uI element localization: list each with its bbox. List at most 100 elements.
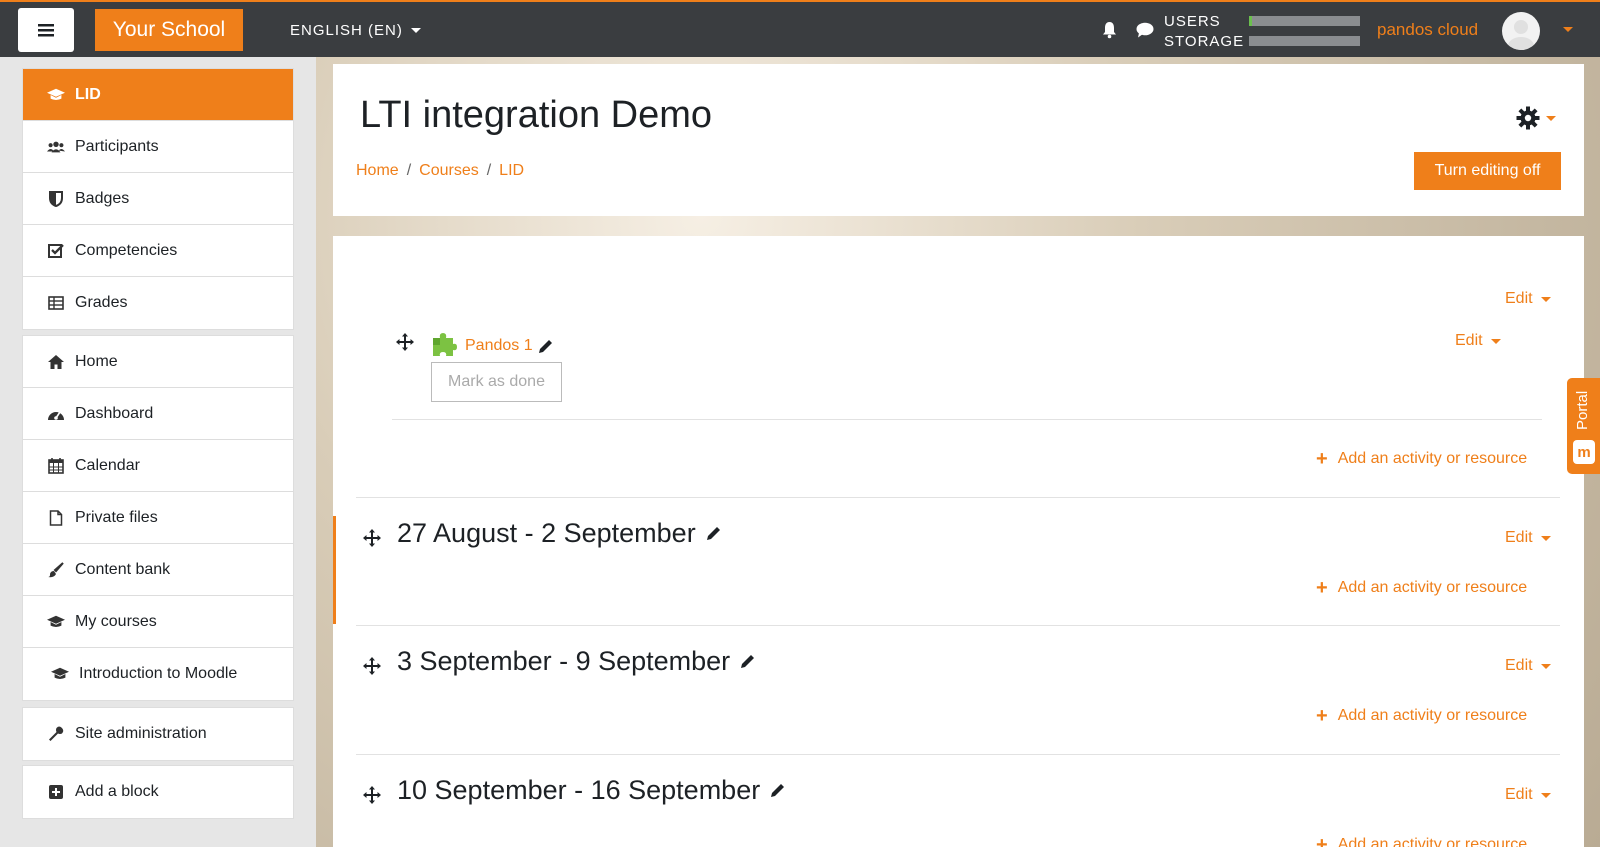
nav-item-my-courses[interactable]: My courses <box>23 596 293 648</box>
add-activity-link[interactable]: + Add an activity or resource <box>1316 705 1527 727</box>
move-icon[interactable] <box>363 657 381 675</box>
current-section-marker <box>333 516 336 624</box>
chevron-down-icon <box>1540 296 1551 302</box>
section-title: 3 September - 9 September <box>397 646 755 677</box>
nav-item-label: Private files <box>75 508 158 526</box>
breadcrumb-courses-link[interactable]: Courses <box>419 162 479 180</box>
section-edit-menu[interactable]: Edit <box>1505 529 1551 547</box>
nav-item-introduction-to-moodle[interactable]: Introduction to Moodle <box>23 648 293 700</box>
section-title: 27 August - 2 September <box>397 518 721 549</box>
add-activity-label: Add an activity or resource <box>1337 450 1528 467</box>
add-block-nav-group: Add a block <box>22 765 294 819</box>
section-edit-menu[interactable]: Edit <box>1505 786 1551 804</box>
mark-as-done-button[interactable]: Mark as done <box>431 362 562 402</box>
nav-item-site-administration[interactable]: Site administration <box>23 708 293 760</box>
brush-icon <box>47 561 65 578</box>
language-label: ENGLISH (EN) <box>290 22 403 39</box>
moodle-logo-icon: m <box>1573 440 1595 464</box>
drawer-toggle-button[interactable] <box>18 8 74 52</box>
activity-link-pandos-1[interactable]: Pandos 1 <box>465 337 533 355</box>
nav-item-label: Competencies <box>75 241 178 259</box>
chevron-down-icon <box>1540 535 1551 541</box>
top-navbar: Your School ENGLISH (EN) USERS STORAGE p… <box>0 0 1600 57</box>
section-title-text: 27 August - 2 September <box>397 518 696 548</box>
check-square-icon <box>47 243 65 259</box>
nav-item-label: Home <box>75 352 118 370</box>
breadcrumb-separator: / <box>486 162 492 179</box>
chat-icon[interactable] <box>1136 22 1154 38</box>
pencil-icon[interactable] <box>770 783 785 798</box>
nav-item-label: Calendar <box>75 456 140 474</box>
breadcrumb-home-link[interactable]: Home <box>356 162 399 180</box>
graduation-cap-icon <box>47 614 65 630</box>
move-icon[interactable] <box>363 786 381 804</box>
cloud-name-link[interactable]: pandos cloud <box>1377 20 1478 40</box>
edit-label: Edit <box>1455 332 1483 349</box>
nav-item-label: LID <box>75 85 101 103</box>
table-icon <box>47 295 65 311</box>
nav-item-label: Badges <box>75 189 130 207</box>
add-activity-link[interactable]: + Add an activity or resource <box>1316 578 1528 598</box>
nav-item-dashboard[interactable]: Dashboard <box>23 388 293 440</box>
nav-item-competencies[interactable]: Competencies <box>23 225 293 277</box>
move-icon[interactable] <box>363 529 381 547</box>
nav-item-calendar[interactable]: Calendar <box>23 440 293 492</box>
add-activity-link[interactable]: + Add an activity or resource <box>1316 835 1527 847</box>
section-title-text: 10 September - 16 September <box>397 775 761 805</box>
nav-item-add-block[interactable]: Add a block <box>23 766 293 818</box>
nav-item-label: Grades <box>75 294 128 311</box>
edit-label: Edit <box>1505 290 1533 307</box>
pencil-icon[interactable] <box>538 339 553 354</box>
section-edit-menu[interactable]: Edit <box>1505 657 1551 675</box>
user-avatar-icon <box>1508 20 1534 50</box>
chevron-down-icon <box>1540 663 1551 669</box>
wrench-icon <box>47 726 65 742</box>
breadcrumb-lid-link[interactable]: LID <box>499 162 524 180</box>
users-icon <box>47 139 65 155</box>
file-icon <box>47 509 65 526</box>
usage-labels: USERS STORAGE <box>1164 12 1244 52</box>
home-icon <box>47 354 65 370</box>
nav-item-content-bank[interactable]: Content bank <box>23 544 293 596</box>
users-usage-label: USERS <box>1164 13 1221 30</box>
lti-puzzle-icon <box>433 333 457 356</box>
section-edit-menu[interactable]: Edit <box>1505 290 1551 308</box>
divider <box>392 419 1542 420</box>
move-icon[interactable] <box>396 333 414 351</box>
chevron-down-icon <box>1546 115 1556 121</box>
activity-edit-menu[interactable]: Edit <box>1455 332 1501 350</box>
page-header: LTI integration Demo Home / Courses / LI… <box>333 64 1584 216</box>
site-brand-link[interactable]: Your School <box>95 9 243 51</box>
edit-label: Edit <box>1505 786 1533 803</box>
storage-usage-bar <box>1249 36 1360 46</box>
hamburger-icon <box>38 24 54 37</box>
nav-item-participants[interactable]: Participants <box>23 121 293 173</box>
nav-item-home[interactable]: Home <box>23 336 293 388</box>
section-title-text: 3 September - 9 September <box>397 646 731 676</box>
divider <box>356 497 1560 498</box>
nav-item-private-files[interactable]: Private files <box>23 492 293 544</box>
admin-nav-group: Site administration <box>22 707 294 761</box>
graduation-cap-icon <box>51 666 69 682</box>
turn-editing-off-button[interactable]: Turn editing off <box>1414 152 1561 190</box>
add-activity-label: Add an activity or resource <box>1337 579 1528 596</box>
course-settings-menu[interactable] <box>1516 106 1556 130</box>
graduation-cap-icon <box>47 87 65 103</box>
nav-item-label: Introduction to Moodle <box>79 665 238 682</box>
nav-item-badges[interactable]: Badges <box>23 173 293 225</box>
add-activity-link[interactable]: + Add an activity or resource <box>1316 449 1528 469</box>
bell-icon[interactable] <box>1101 21 1118 39</box>
language-menu[interactable]: ENGLISH (EN) <box>290 22 421 39</box>
pencil-icon[interactable] <box>706 526 721 541</box>
pencil-icon[interactable] <box>740 654 755 669</box>
user-menu-chevron-down-icon[interactable] <box>1563 27 1573 32</box>
chevron-down-icon <box>410 28 421 33</box>
course-nav-group: LID Participants Badges Competencies Gra… <box>22 68 294 330</box>
chevron-down-icon <box>1490 338 1501 344</box>
avatar[interactable] <box>1502 12 1540 50</box>
plus-icon: + <box>1316 705 1328 727</box>
nav-item-grades[interactable]: Grades <box>23 277 293 329</box>
nav-item-lid[interactable]: LID <box>23 69 293 121</box>
edit-label: Edit <box>1505 529 1533 546</box>
gear-icon <box>1516 106 1540 130</box>
